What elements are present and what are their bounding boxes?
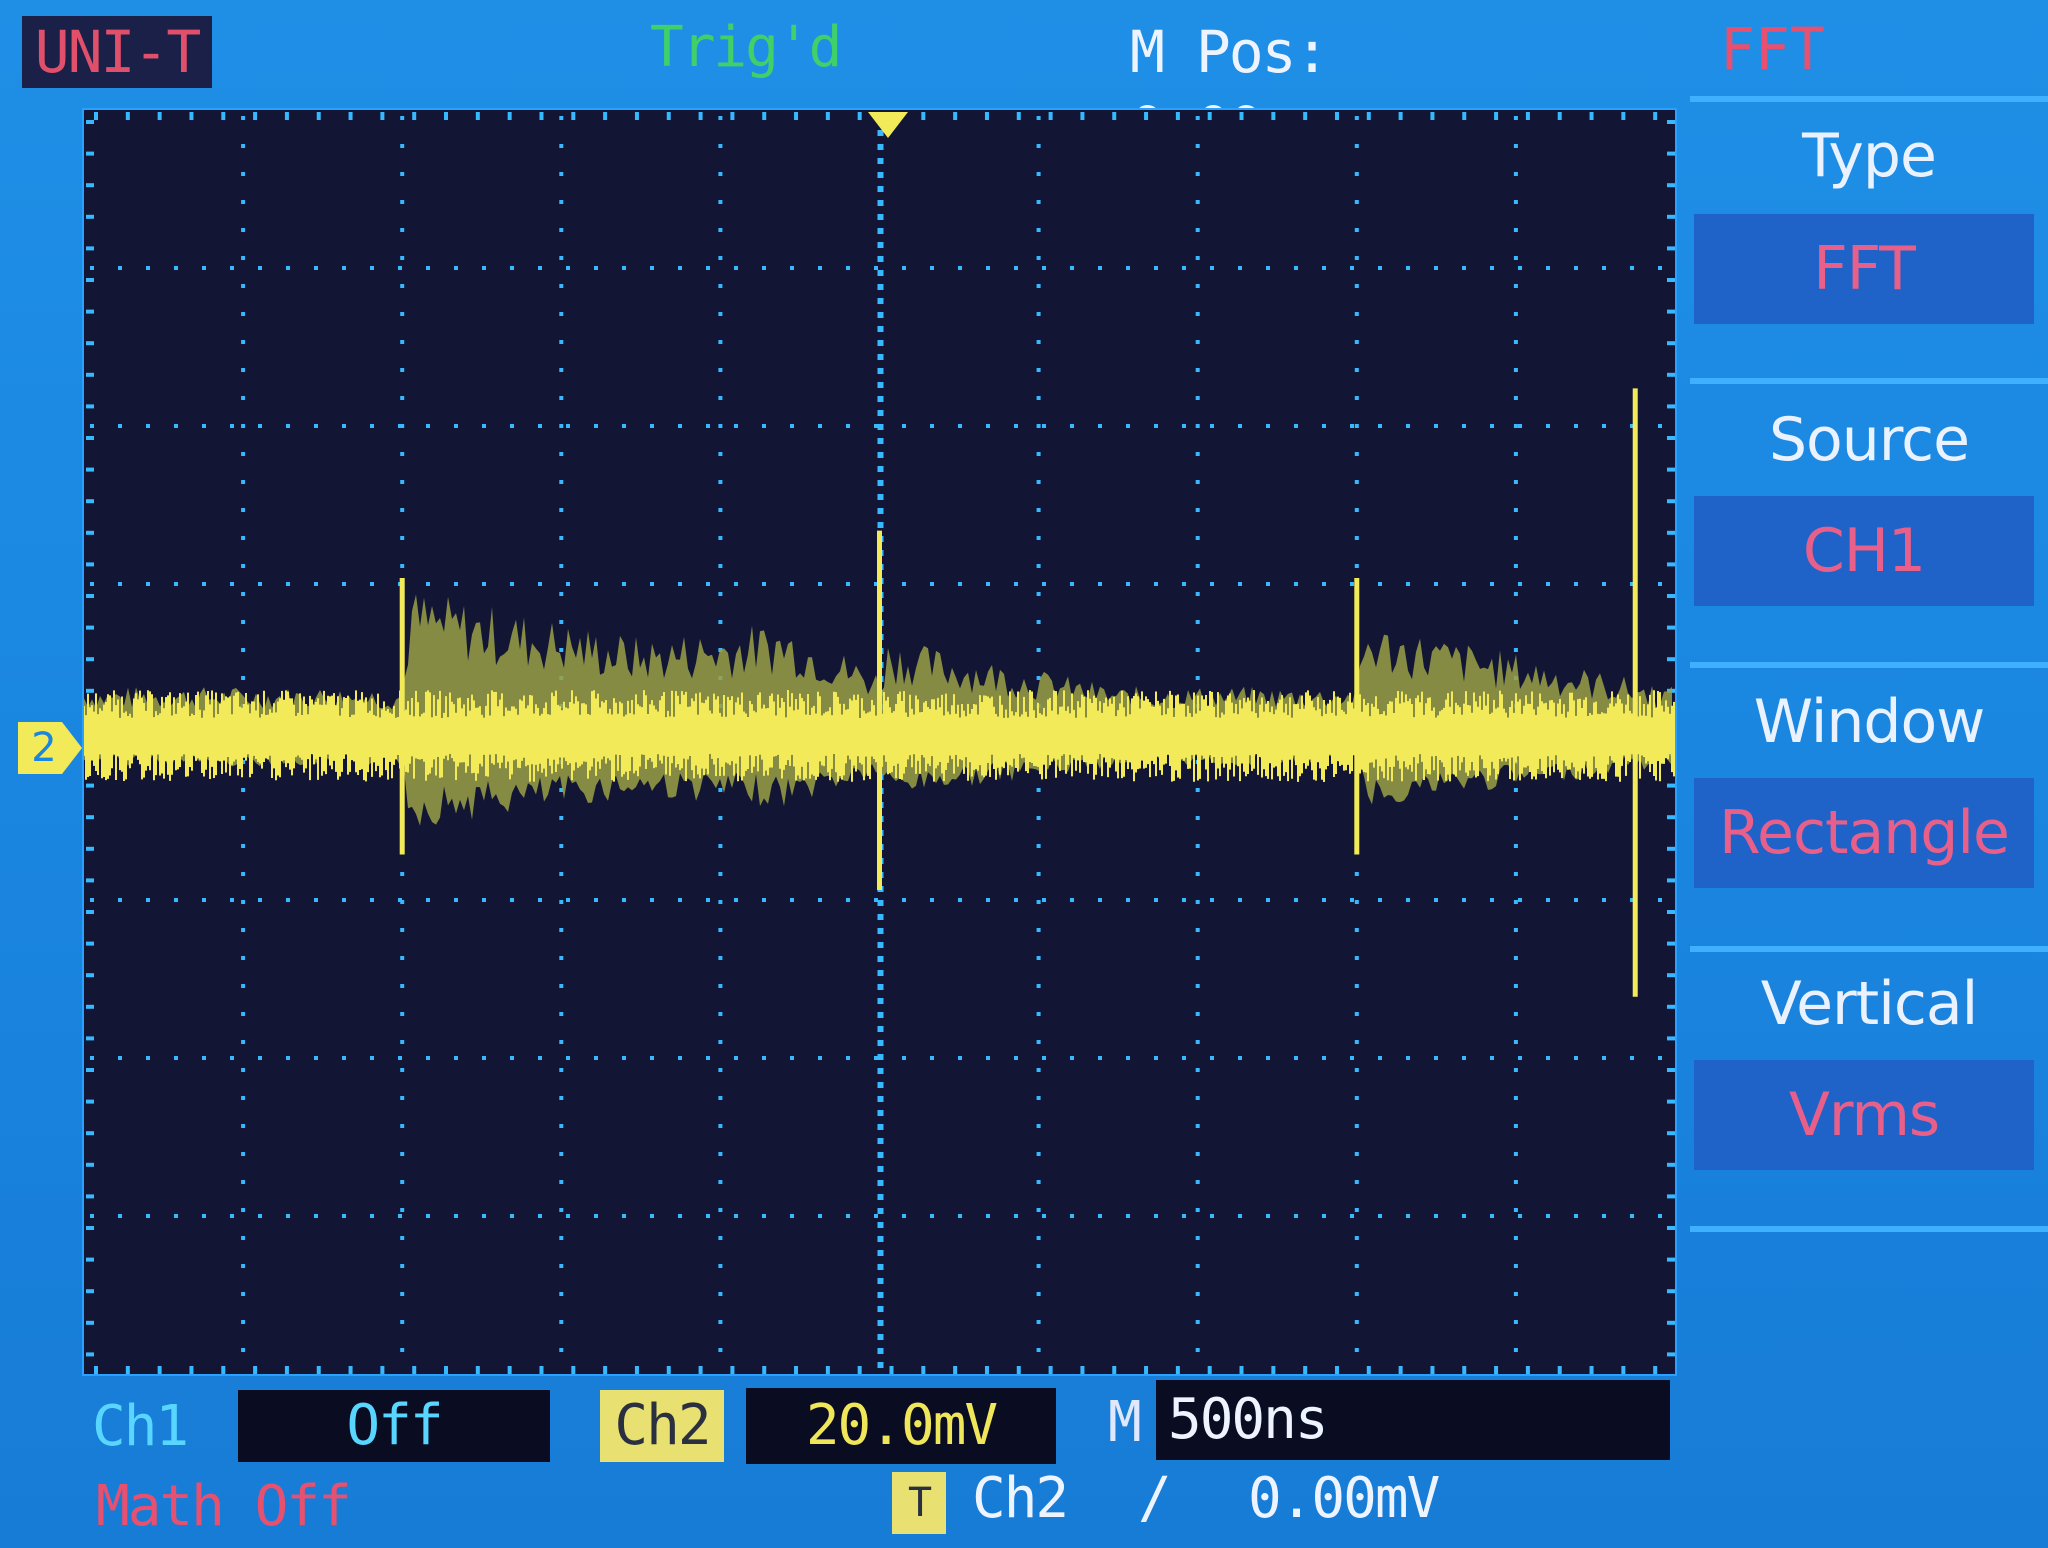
horizontal-position-readout: M Pos: 0.00us: [1130, 18, 1330, 162]
timebase-readout: 500ns: [1156, 1380, 1670, 1460]
waveform-plot: [84, 112, 1675, 1374]
menu-divider: [1690, 378, 2048, 384]
math-status: Math Off: [96, 1474, 352, 1539]
brand-logo: UNI-T: [22, 16, 212, 88]
menu-divider: [1690, 946, 2048, 952]
trigger-position-icon: [868, 112, 908, 138]
softkey-window-value: Rectangle: [1694, 778, 2034, 888]
ch2-label: Ch2: [600, 1390, 724, 1462]
menu-divider: [1690, 96, 2048, 102]
softkey-vertical-value: Vrms: [1694, 1060, 2034, 1170]
menu-divider: [1690, 1226, 2048, 1232]
trigger-source: Ch2: [972, 1466, 1069, 1531]
softkey-source-value: CH1: [1694, 496, 2034, 606]
trigger-level: 0.00mV: [1248, 1466, 1440, 1531]
channel-2-marker: 2: [18, 722, 82, 774]
ch2-scale-readout: 20.0mV: [746, 1388, 1056, 1464]
softkey-type-label: Type: [1802, 121, 1937, 191]
softkey-window-label: Window: [1753, 687, 1986, 757]
ch1-scale-readout: Off: [238, 1390, 550, 1462]
softkey-type-value: FFT: [1694, 214, 2034, 324]
timebase-label: M: [1108, 1390, 1142, 1455]
ch1-label: Ch1: [92, 1394, 189, 1459]
channel-marker-label: 2: [31, 725, 57, 771]
waveform-display: [82, 108, 1677, 1376]
oscilloscope-screen: UNI-T Trig'd M Pos: 0.00us FFT 2 Type FF…: [0, 0, 2048, 1548]
menu-divider: [1690, 662, 2048, 668]
trigger-badge: T: [892, 1472, 946, 1534]
softkey-source-label: Source: [1768, 405, 1970, 475]
menu-title: FFT: [1720, 15, 1825, 83]
trigger-status: Trig'd: [650, 15, 842, 80]
trigger-slope-icon: /: [1138, 1466, 1172, 1531]
softkey-vertical-label: Vertical: [1760, 969, 1979, 1039]
softkey-menu: Type FFT Source CH1 Window Rectangle Ver…: [1690, 96, 2048, 1248]
